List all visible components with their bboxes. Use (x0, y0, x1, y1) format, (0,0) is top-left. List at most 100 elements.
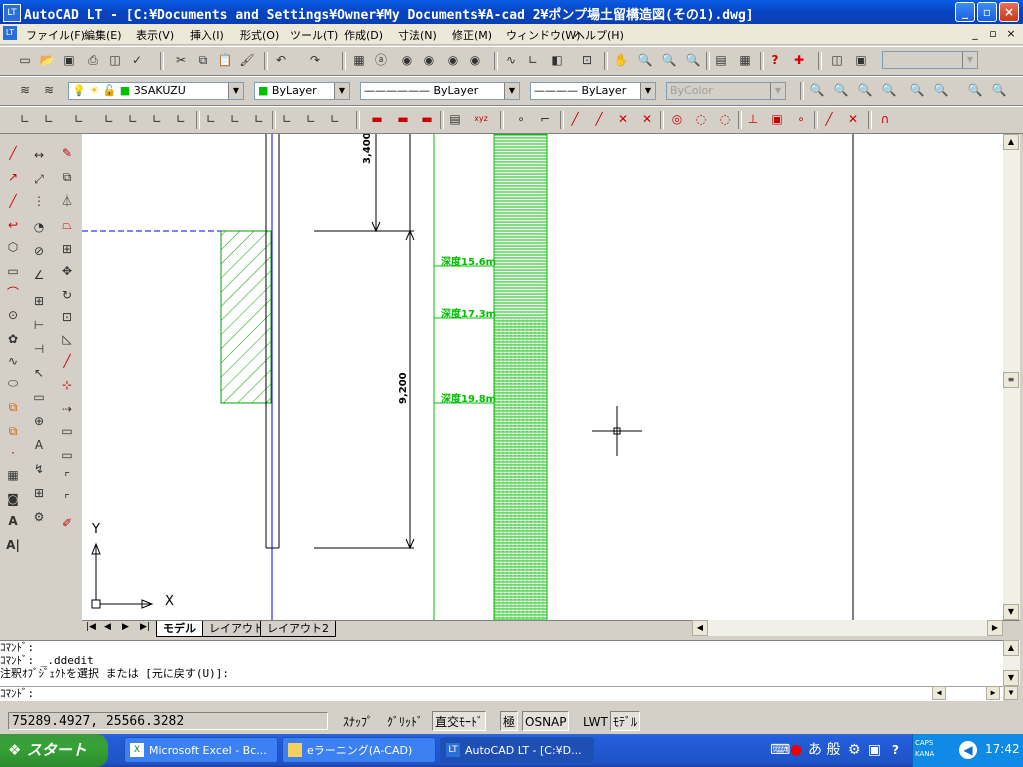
dim-radius-icon[interactable]: ◔ (30, 218, 48, 236)
snap-node-icon[interactable]: ∘ (792, 110, 810, 128)
autocad-app-icon[interactable]: LT (3, 4, 21, 22)
snap-tracking-point-icon[interactable]: ∘ (512, 110, 530, 128)
ime-red-icon[interactable]: ● (790, 737, 802, 763)
zoom-in-icon[interactable]: 🔍 (908, 81, 926, 99)
document-icon[interactable]: LT (3, 26, 17, 40)
task-folder[interactable]: eラーニング(A-CAD) (282, 737, 436, 763)
dim-style-side-icon[interactable]: ⚙ (30, 508, 48, 526)
mdi-close-button[interactable]: × (1004, 27, 1018, 41)
dim-text-edit-icon[interactable]: ↯ (30, 460, 48, 478)
dim-linear-icon[interactable]: ▬ (368, 110, 386, 128)
make-block-icon[interactable]: ⧉ (4, 422, 22, 440)
tab-model[interactable]: モデル (156, 621, 203, 637)
dim-tolerance-icon[interactable]: ▭ (30, 388, 48, 406)
draw-point-icon[interactable]: · (4, 444, 22, 462)
zoom-dynamic-icon[interactable]: 🔍 (832, 81, 850, 99)
help-icon[interactable]: ? (766, 51, 784, 69)
break-point-icon[interactable]: ▭ (58, 422, 76, 440)
menu-draw[interactable]: 作成(D) (344, 27, 383, 43)
cmd-input-scroll-down[interactable]: ▼ (1004, 686, 1018, 700)
offset-icon[interactable]: ⏢ (58, 216, 76, 234)
scroll-up-button[interactable]: ▲ (1003, 134, 1019, 150)
snap-quadrant-icon[interactable]: ◌ (692, 110, 710, 128)
undo-icon[interactable]: ↶ (272, 51, 290, 69)
dim-baseline-icon[interactable]: ⊢ (30, 316, 48, 334)
ucs-world-icon[interactable]: ∟ (16, 110, 34, 128)
open-folder-icon[interactable]: 📂 (38, 51, 56, 69)
menu-window[interactable]: ウィンドウ(W) (506, 27, 580, 43)
rotate-icon[interactable]: ↻ (58, 286, 76, 304)
dim-aligned-icon[interactable]: ⤢ (30, 170, 48, 188)
vertical-scrollbar[interactable]: ▲ ≡ ▼ (1003, 134, 1020, 620)
plotstyle-select[interactable]: ByColor ▼ (666, 82, 786, 100)
ucs-object-icon[interactable]: ∟ (70, 110, 88, 128)
ucs-y-rotate-icon[interactable]: ∟ (226, 110, 244, 128)
spell-check-icon[interactable]: ✓ (128, 51, 146, 69)
scroll-thumb[interactable]: ≡ (1003, 372, 1019, 388)
mirror-icon[interactable]: ⏃ (58, 192, 76, 210)
zoom-previous-icon[interactable]: 🔍 (684, 51, 702, 69)
draw-polyline-icon[interactable]: ╱ (4, 192, 22, 210)
match-properties-icon[interactable]: 🖌 (238, 51, 256, 69)
ucs-zaxis-icon[interactable]: ∟ (172, 110, 190, 128)
design-center-icon[interactable]: ▦ (350, 51, 368, 69)
hyperlink-icon[interactable]: ⓐ (372, 51, 390, 69)
ime-mode-label[interactable]: あ 般 (808, 737, 840, 763)
move-icon[interactable]: ✥ (58, 262, 76, 280)
dim-linear-v-icon[interactable]: ↔ (30, 146, 48, 164)
chamfer-icon[interactable]: ⌜ (58, 468, 76, 486)
ucs-view-icon[interactable]: ∟ (124, 110, 142, 128)
start-button[interactable]: ❖ スタート (0, 734, 108, 767)
tile-windows-icon[interactable]: ◫ (828, 51, 846, 69)
grid-toggle[interactable]: ｸﾞﾘｯﾄﾞ (384, 711, 427, 731)
tab-last-icon[interactable]: ▶| (140, 622, 150, 632)
draw-text-icon[interactable]: A| (4, 536, 22, 554)
whats-new-icon[interactable]: ✚ (790, 51, 808, 69)
stretch-icon[interactable]: ◺ (58, 330, 76, 348)
draw-multiline-icon[interactable]: ↩ (4, 216, 22, 234)
scale-icon[interactable]: ⊡ (58, 308, 76, 326)
print-icon[interactable]: ⎙ (84, 51, 102, 69)
ime-help-icon[interactable]: ? (892, 737, 899, 763)
tab-first-icon[interactable]: |◀ (86, 622, 96, 632)
xyz-coords-icon[interactable]: xyz (472, 110, 490, 128)
ucs-previous-icon[interactable]: ∟ (302, 110, 320, 128)
layer-manager-icon[interactable]: ≋ (16, 81, 34, 99)
command-scrollbar[interactable]: ▲ ▼ (1003, 640, 1020, 686)
menu-dimension[interactable]: 寸法(N) (398, 27, 437, 43)
zoom-center-icon[interactable]: 🔍 (880, 81, 898, 99)
menu-view[interactable]: 表示(V) (136, 27, 174, 43)
ucs-x-rotate-icon[interactable]: ∟ (202, 110, 220, 128)
lineweight-select[interactable]: ———— ByLayer ▼ (530, 82, 656, 100)
save-icon[interactable]: ▣ (60, 51, 78, 69)
lwt-toggle[interactable]: LWT (580, 711, 611, 731)
zoom-window-2-icon[interactable]: 🔍 (808, 81, 826, 99)
redo-icon[interactable]: ↷ (306, 51, 324, 69)
clock[interactable]: 17:42 (985, 742, 1020, 756)
properties-icon[interactable]: ▤ (712, 51, 730, 69)
draw-hatch-icon[interactable]: ▦ (4, 466, 22, 484)
paste-icon[interactable]: 📋 (216, 51, 234, 69)
dim-ordinate-icon[interactable]: ⋮ (30, 192, 48, 210)
menu-modify[interactable]: 修正(M) (452, 27, 492, 43)
web-browse-icon[interactable]: ◉ (398, 51, 416, 69)
zoom-out-icon[interactable]: 🔍 (932, 81, 950, 99)
ucs-apply-icon[interactable]: ∟ (278, 110, 296, 128)
named-views-icon[interactable]: ◧ (548, 51, 566, 69)
trim-icon[interactable]: ⊹ (58, 376, 76, 394)
model-toggle[interactable]: ﾓﾃﾞﾙ (610, 711, 641, 731)
make-layer-current-icon[interactable]: ≋ (40, 81, 58, 99)
menu-insert[interactable]: 挿入(I) (190, 27, 224, 43)
horizontal-scrollbar[interactable]: ◀ ▶ (692, 620, 1003, 636)
snap-center-icon[interactable]: ◎ (668, 110, 686, 128)
dim-continue-icon[interactable]: ⊣ (30, 340, 48, 358)
tray-expand-icon[interactable]: ◀ (959, 741, 977, 759)
ortho-toggle[interactable]: 直交ﾓｰﾄﾞ (432, 711, 487, 731)
viewport-scale-select[interactable]: ▼ (882, 51, 978, 69)
osnap-settings-icon[interactable]: ∩ (876, 110, 894, 128)
snap-intersection-icon[interactable]: ✕ (614, 110, 632, 128)
draw-cloud-icon[interactable]: ✿ (4, 330, 22, 348)
tab-next-icon[interactable]: ▶ (122, 622, 129, 632)
draw-arc-icon[interactable]: ⌒ (4, 284, 22, 302)
cmd-hscroll-left[interactable]: ◀ (932, 686, 946, 700)
